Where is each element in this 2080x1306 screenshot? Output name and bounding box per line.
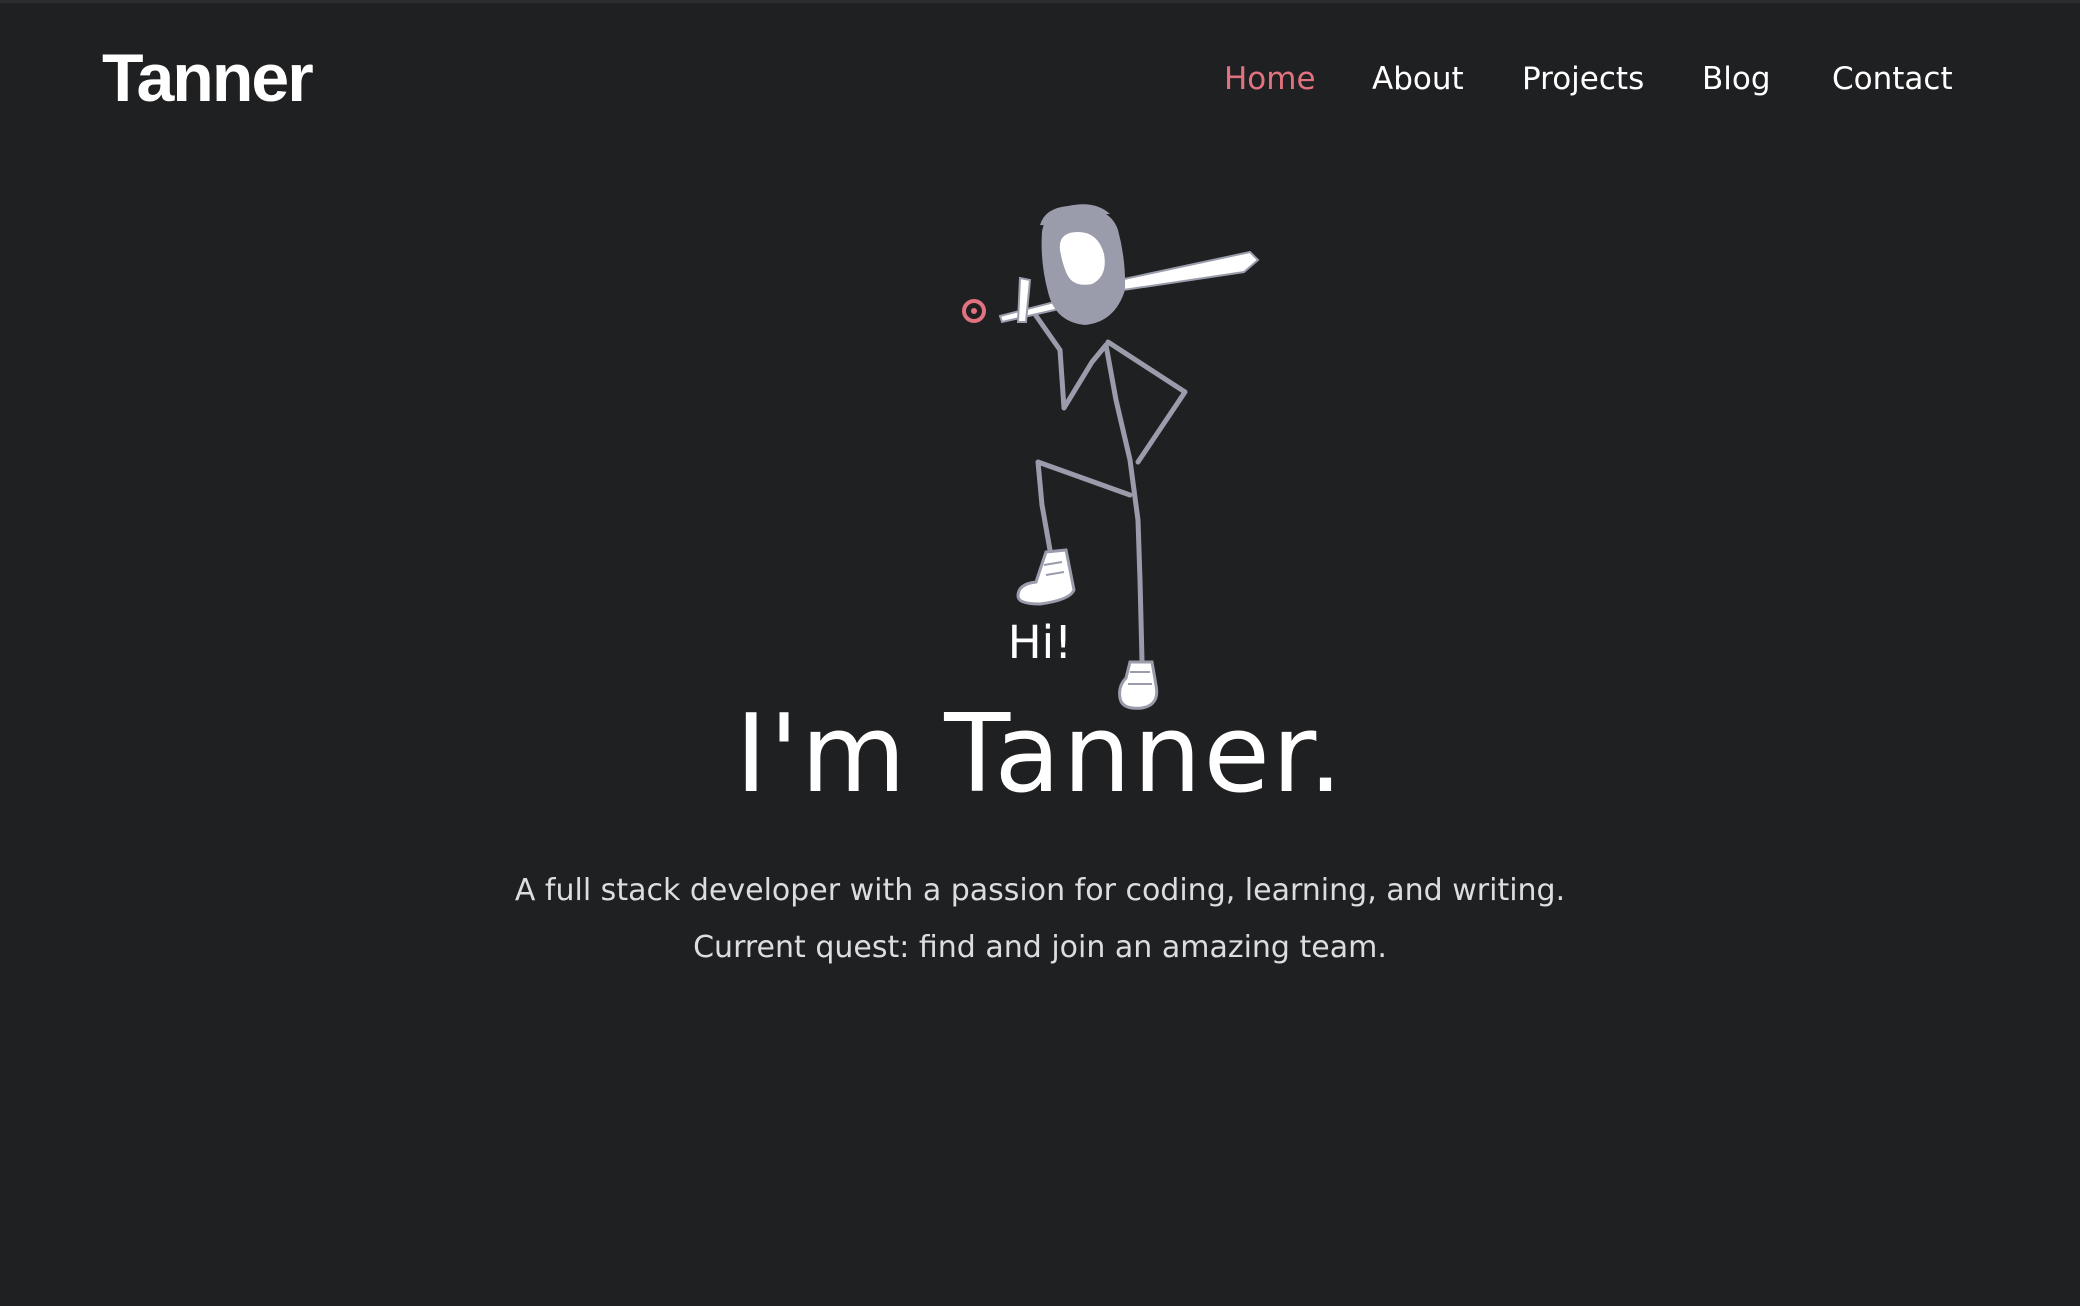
top-border xyxy=(0,0,2080,3)
nav-contact-link[interactable]: Contact xyxy=(1832,58,1953,100)
nav-projects-link[interactable]: Projects xyxy=(1522,58,1644,100)
nav-about-link[interactable]: About xyxy=(1372,58,1464,100)
site-logo[interactable]: Tanner xyxy=(102,38,314,118)
hero-tagline-line1: A full stack developer with a passion fo… xyxy=(514,873,1566,908)
hero-greeting: Hi! xyxy=(1007,616,1073,669)
hero-tagline-line2: Current quest: find and join an amazing … xyxy=(693,930,1387,965)
nav-blog-link[interactable]: Blog xyxy=(1702,58,1771,100)
nav-home-link[interactable]: Home xyxy=(1224,58,1316,100)
main-nav: Home About Projects Blog Contact xyxy=(1200,58,2000,100)
hero-headline: I'm Tanner. xyxy=(735,692,1345,817)
